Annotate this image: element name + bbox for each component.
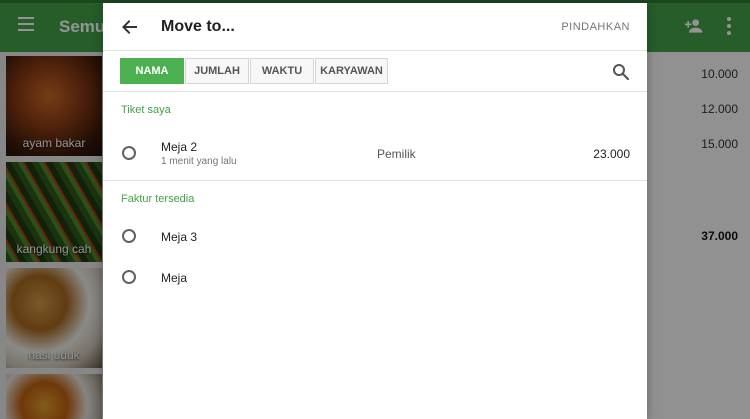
back-button[interactable] bbox=[117, 14, 143, 40]
ticket-time: 1 menit yang lalu bbox=[161, 156, 237, 167]
section-my-tickets: Tiket saya bbox=[121, 104, 171, 116]
tab-waktu[interactable]: WAKTU bbox=[250, 58, 314, 84]
arrow-back-icon bbox=[122, 20, 137, 34]
dialog-header: Move to... PINDAHKAN bbox=[103, 3, 647, 51]
ticket-name: Meja 3 bbox=[161, 230, 198, 244]
ticket-row[interactable]: Meja 3 bbox=[103, 219, 647, 253]
radio-button[interactable] bbox=[122, 146, 136, 160]
ticket-row[interactable]: Meja bbox=[103, 260, 647, 294]
tab-jumlah[interactable]: JUMLAH bbox=[185, 58, 249, 84]
search-icon[interactable] bbox=[612, 63, 630, 81]
ticket-row[interactable]: Meja 2 1 menit yang lalu Pemilik 23.000 bbox=[103, 131, 647, 179]
ticket-name: Meja 2 bbox=[161, 140, 198, 154]
filter-bar: NAMA JUMLAH WAKTU KARYAWAN bbox=[103, 51, 647, 92]
section-divider bbox=[103, 180, 647, 181]
section-available-invoices: Faktur tersedia bbox=[121, 193, 195, 205]
ticket-owner: Pemilik bbox=[377, 147, 416, 161]
sort-segmented-control: NAMA JUMLAH WAKTU KARYAWAN bbox=[120, 58, 389, 84]
dialog-title: Move to... bbox=[161, 18, 235, 35]
move-button[interactable]: PINDAHKAN bbox=[561, 21, 630, 33]
ticket-amount: 23.000 bbox=[593, 147, 630, 161]
tab-karyawan[interactable]: KARYAWAN bbox=[315, 58, 388, 84]
radio-button[interactable] bbox=[122, 270, 136, 284]
ticket-name: Meja bbox=[161, 271, 188, 285]
radio-button[interactable] bbox=[122, 229, 136, 243]
move-to-dialog: Move to... PINDAHKAN NAMA JUMLAH WAKTU K… bbox=[103, 3, 647, 419]
tab-nama[interactable]: NAMA bbox=[120, 58, 184, 84]
